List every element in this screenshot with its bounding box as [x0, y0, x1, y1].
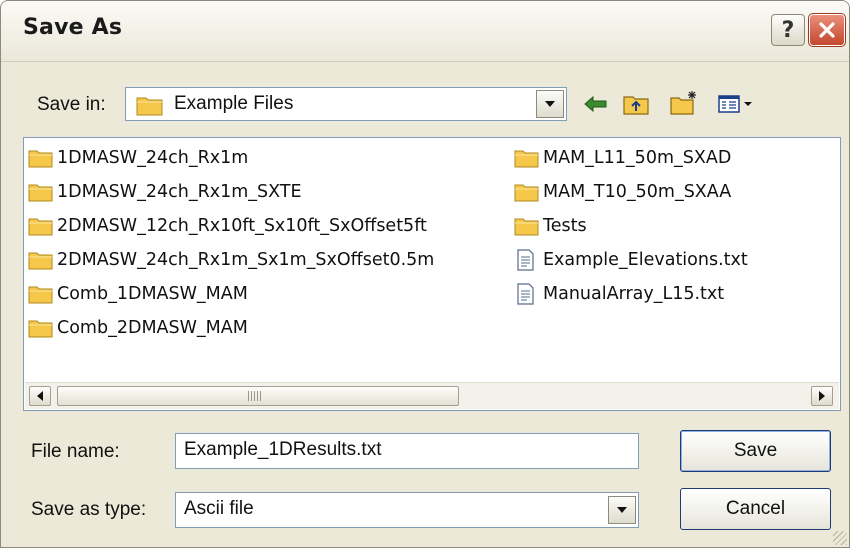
dialog-title: Save As	[23, 15, 123, 40]
scrollbar-thumb[interactable]	[57, 386, 459, 406]
grip-icon	[248, 391, 262, 401]
list-item[interactable]: 1DMASW_24ch_Rx1m	[28, 146, 248, 170]
view-menu-button[interactable]	[715, 90, 755, 118]
close-button[interactable]	[808, 13, 846, 47]
save-as-type-dropdown[interactable]: Ascii file	[175, 492, 639, 528]
file-name-label: File name:	[31, 441, 120, 462]
list-item[interactable]: MAM_L11_50m_SXAD	[514, 146, 731, 170]
item-name: Comb_1DMASW_MAM	[57, 284, 248, 304]
folder-icon	[28, 215, 54, 237]
chevron-right-icon	[819, 391, 825, 401]
list-item[interactable]: MAM_T10_50m_SXAA	[514, 180, 731, 204]
folder-icon	[28, 283, 54, 305]
list-item[interactable]: Comb_2DMASW_MAM	[28, 316, 248, 340]
file-name-value: Example_1DResults.txt	[184, 439, 382, 460]
back-button[interactable]	[581, 90, 611, 118]
save-in-label: Save in:	[37, 94, 106, 115]
list-item[interactable]: Comb_1DMASW_MAM	[28, 282, 248, 306]
folder-icon	[28, 147, 54, 169]
list-item[interactable]: Example_Elevations.txt	[514, 248, 748, 272]
folder-icon	[514, 181, 540, 203]
list-item[interactable]: ManualArray_L15.txt	[514, 282, 724, 306]
view-menu-icon	[718, 95, 752, 113]
item-name: 1DMASW_24ch_Rx1m_SXTE	[57, 182, 302, 202]
chevron-down-icon	[545, 101, 555, 107]
folder-icon	[136, 97, 163, 116]
item-name: MAM_L11_50m_SXAD	[543, 148, 732, 168]
list-item[interactable]: 1DMASW_24ch_Rx1m_SXTE	[28, 180, 302, 204]
chevron-left-icon	[37, 391, 43, 401]
folder-icon	[514, 215, 540, 237]
save-as-type-value: Ascii file	[184, 498, 254, 519]
cancel-button[interactable]: Cancel	[680, 488, 831, 530]
save-as-type-dropdown-button[interactable]	[608, 496, 636, 524]
save-as-dialog: Save As ? Save in: Example Files 1DMASW_…	[0, 0, 850, 548]
text-file-icon	[514, 283, 540, 305]
horizontal-scrollbar[interactable]	[25, 382, 839, 409]
item-name: Comb_2DMASW_MAM	[57, 318, 248, 338]
file-list[interactable]: 1DMASW_24ch_Rx1m 1DMASW_24ch_Rx1m_SXTE 2…	[23, 137, 841, 411]
scroll-right-button[interactable]	[811, 386, 833, 406]
list-item[interactable]: 2DMASW_12ch_Rx10ft_Sx10ft_SxOffset5ft	[28, 214, 427, 238]
folder-icon	[514, 147, 540, 169]
save-in-dropdown[interactable]: Example Files	[125, 87, 567, 121]
folder-icon	[28, 181, 54, 203]
new-folder-icon	[670, 91, 696, 115]
chevron-down-icon	[617, 507, 627, 513]
item-name: Example_Elevations.txt	[543, 250, 748, 270]
save-in-value: Example Files	[174, 93, 294, 114]
folder-icon	[28, 317, 54, 339]
list-item[interactable]: Tests	[514, 214, 587, 238]
item-name: 1DMASW_24ch_Rx1m	[57, 148, 249, 168]
new-folder-button[interactable]	[669, 89, 699, 117]
scroll-left-button[interactable]	[29, 386, 51, 406]
item-name: 2DMASW_24ch_Rx1m_Sx1m_SxOffset0.5m	[57, 250, 435, 270]
text-file-icon	[514, 249, 540, 271]
folder-icon	[28, 249, 54, 271]
title-bar[interactable]: Save As ?	[1, 1, 849, 62]
up-folder-button[interactable]	[621, 90, 651, 118]
save-button[interactable]: Save	[680, 430, 831, 472]
back-arrow-icon	[584, 95, 607, 113]
resize-grip-icon[interactable]	[833, 531, 847, 545]
help-icon: ?	[781, 17, 795, 43]
list-item[interactable]: 2DMASW_24ch_Rx1m_Sx1m_SxOffset0.5m	[28, 248, 434, 272]
save-in-dropdown-button[interactable]	[536, 90, 564, 118]
up-folder-icon	[623, 96, 649, 115]
file-name-input[interactable]: Example_1DResults.txt	[175, 433, 639, 469]
item-name: MAM_T10_50m_SXAA	[543, 182, 732, 202]
item-name: 2DMASW_12ch_Rx10ft_Sx10ft_SxOffset5ft	[57, 216, 427, 236]
save-as-type-label: Save as type:	[31, 499, 147, 520]
item-name: ManualArray_L15.txt	[543, 284, 725, 304]
close-icon	[819, 22, 835, 38]
help-button[interactable]: ?	[771, 14, 805, 46]
item-name: Tests	[543, 216, 587, 236]
